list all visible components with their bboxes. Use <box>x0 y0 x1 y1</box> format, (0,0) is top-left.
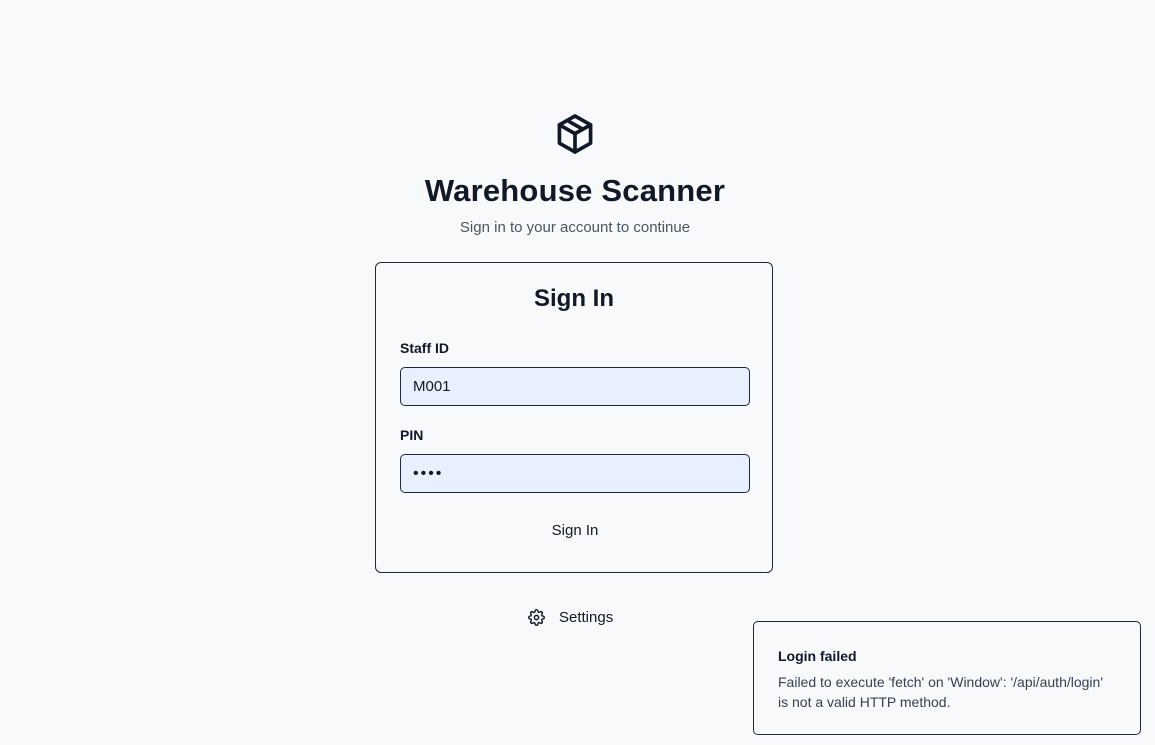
error-toast[interactable]: Login failed Failed to execute 'fetch' o… <box>753 621 1141 735</box>
settings-label: Settings <box>559 608 614 626</box>
pin-input[interactable] <box>400 454 750 493</box>
pin-label: PIN <box>400 427 424 443</box>
sign-in-button[interactable]: Sign In <box>400 515 750 545</box>
login-card: Sign In Staff ID PIN Sign In <box>375 262 773 573</box>
toast-title: Login failed <box>778 648 857 664</box>
app-subtitle: Sign in to your account to continue <box>459 219 691 236</box>
settings-link[interactable]: Settings <box>528 604 613 630</box>
toast-message: Failed to execute 'fetch' on 'Window': '… <box>778 674 1104 710</box>
staff-id-label: Staff ID <box>400 340 449 356</box>
gear-icon <box>528 608 545 626</box>
package-box-icon <box>553 111 597 157</box>
app-title: Warehouse Scanner <box>424 173 726 208</box>
staff-id-input[interactable] <box>400 367 750 406</box>
card-title: Sign In <box>534 285 614 312</box>
